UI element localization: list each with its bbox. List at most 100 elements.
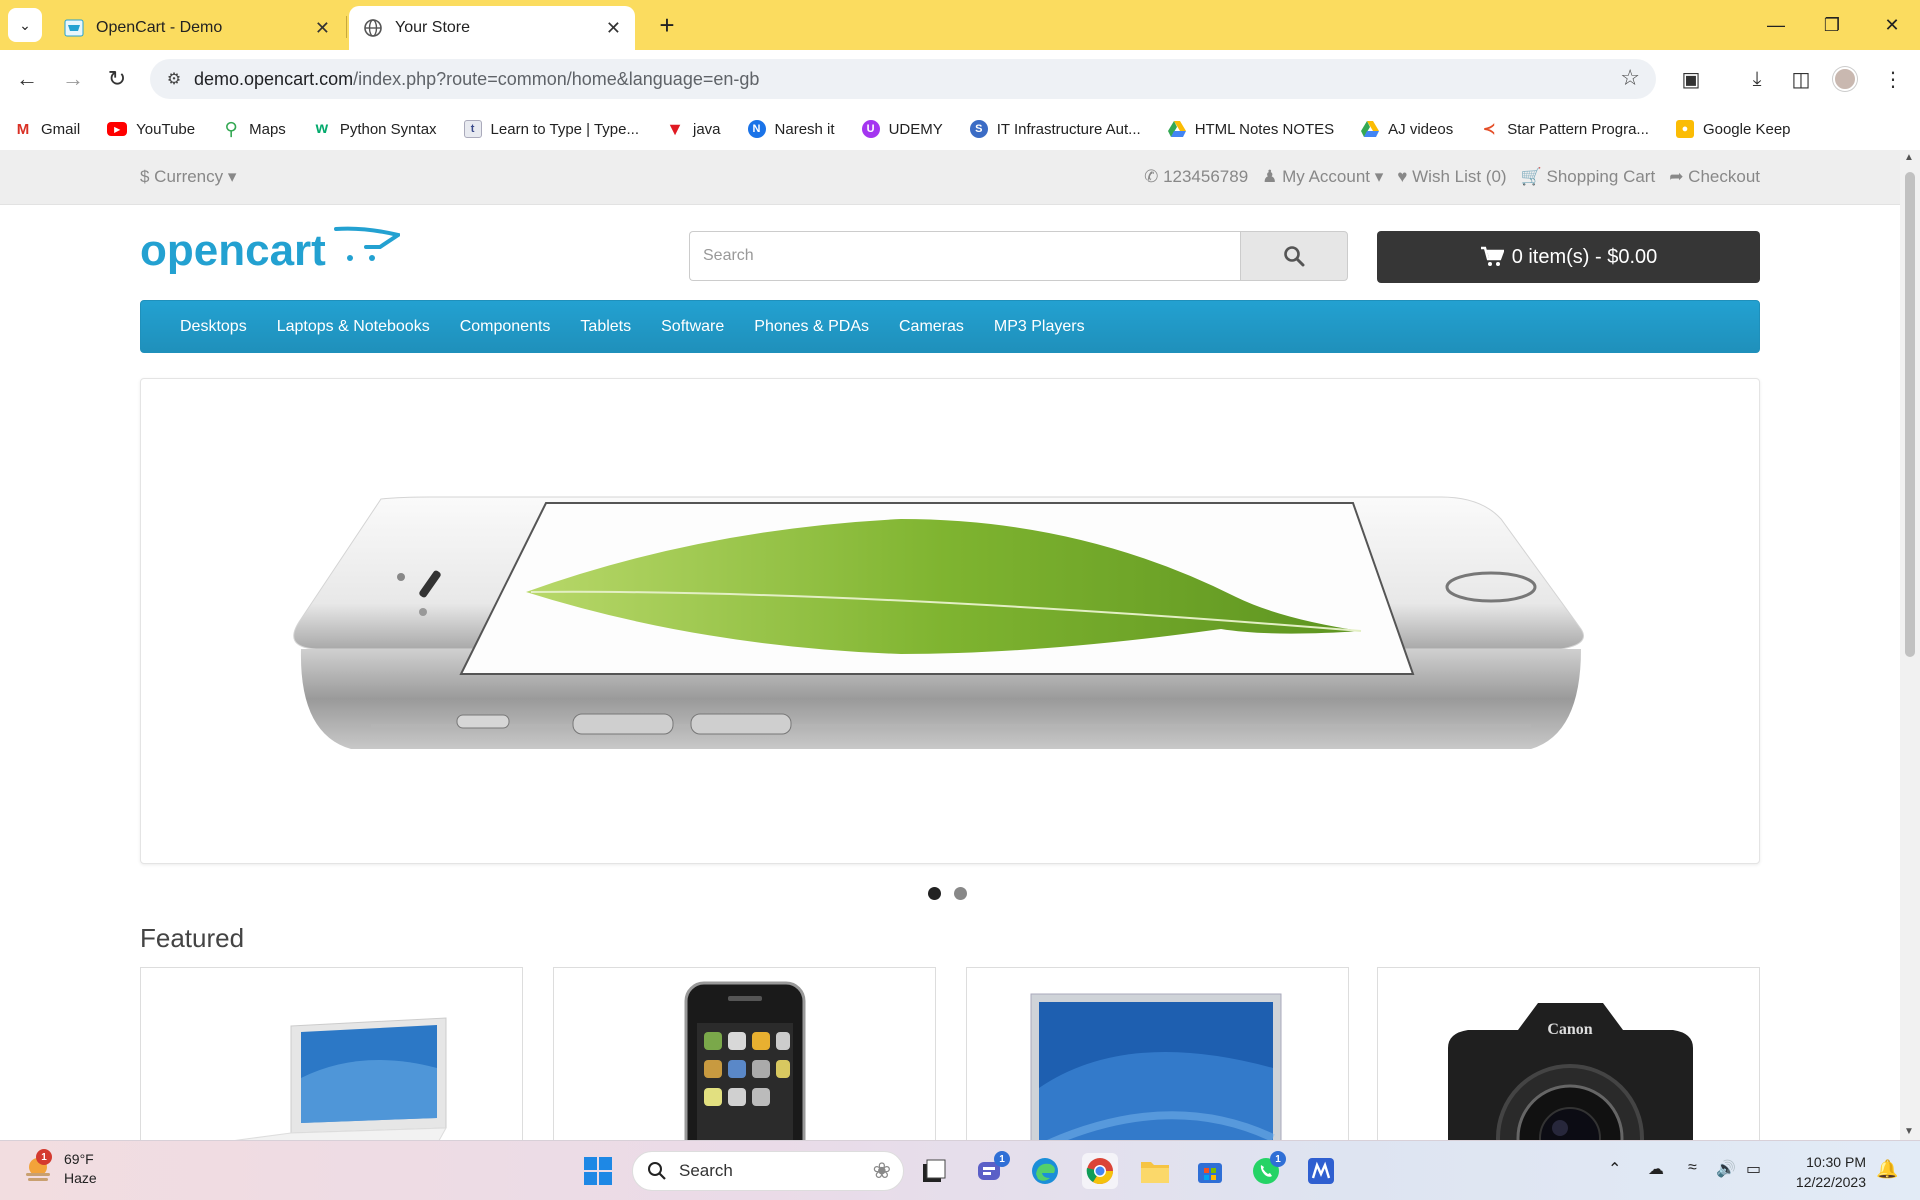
close-window-button[interactable]: ✕: [1864, 0, 1920, 50]
browser-toolbar: ← → ↻ ⚙ demo.opencart.com/index.php?rout…: [0, 50, 1920, 108]
cart-icon: 🛒: [1520, 167, 1542, 186]
scroll-up-icon[interactable]: ▲: [1904, 152, 1914, 163]
bookmark-html-notes[interactable]: HTML Notes NOTES: [1167, 120, 1335, 138]
product-card[interactable]: [140, 967, 523, 1140]
slider-dot-1[interactable]: [928, 887, 941, 900]
bookmark-naresh-it[interactable]: N Naresh it: [747, 120, 835, 138]
taskbar-search-label: Search: [679, 1161, 733, 1180]
opencart-logo[interactable]: opencart: [140, 225, 400, 285]
download-icon[interactable]: ⤓: [1740, 62, 1774, 96]
edge-app[interactable]: [1027, 1153, 1063, 1189]
address-bar[interactable]: ⚙ demo.opencart.com/index.php?route=comm…: [150, 59, 1656, 99]
product-card[interactable]: Canon: [1377, 967, 1760, 1140]
cart-button-label: 0 item(s) - $0.00: [1511, 245, 1658, 268]
scrollbar-thumb[interactable]: [1905, 172, 1915, 657]
notification-bell-icon[interactable]: 🔔: [1876, 1159, 1898, 1180]
minimize-button[interactable]: —: [1748, 0, 1804, 50]
app-m-icon: [1308, 1158, 1334, 1184]
checkout-link[interactable]: ➦ Checkout: [1669, 167, 1760, 187]
tab-close-icon[interactable]: ✕: [606, 18, 621, 39]
cart-button[interactable]: 0 item(s) - $0.00: [1377, 231, 1760, 283]
wish-list-link[interactable]: ♥ Wish List (0): [1397, 167, 1506, 187]
menu-item-mp3-players[interactable]: MP3 Players: [994, 318, 1085, 336]
task-view-button[interactable]: [916, 1153, 952, 1189]
iphone-product-image: [684, 981, 806, 1140]
onedrive-cloud-icon[interactable]: ☁: [1648, 1159, 1664, 1179]
side-panel-icon[interactable]: ◫: [1784, 62, 1818, 96]
search-box: Search: [689, 231, 1348, 281]
bookmark-label: AJ videos: [1388, 120, 1454, 138]
profile-avatar[interactable]: [1828, 62, 1862, 96]
volume-icon[interactable]: 🔊: [1716, 1159, 1736, 1179]
tab-close-icon[interactable]: ✕: [315, 18, 330, 39]
menu-item-components[interactable]: Components: [460, 318, 551, 336]
scroll-down-icon[interactable]: ▼: [1904, 1126, 1914, 1137]
bookmark-google-keep[interactable]: ● Google Keep: [1675, 120, 1791, 138]
bookmark-star-icon[interactable]: ☆: [1620, 65, 1640, 91]
bookmark-udemy[interactable]: U UDEMY: [861, 120, 943, 138]
menu-item-desktops[interactable]: Desktops: [180, 318, 247, 336]
banner-slider[interactable]: [140, 378, 1760, 864]
bookmark-gmail[interactable]: M Gmail: [14, 120, 80, 138]
bookmark-label: Gmail: [41, 120, 81, 138]
product-card[interactable]: [966, 967, 1349, 1140]
more-menu-icon[interactable]: ⋮: [1876, 62, 1910, 96]
reload-button[interactable]: ↻: [100, 62, 134, 96]
back-button[interactable]: ←: [10, 62, 44, 96]
taskbar-search[interactable]: Search ❀: [632, 1151, 904, 1191]
start-button[interactable]: [580, 1153, 616, 1189]
maestro-app[interactable]: [1303, 1153, 1339, 1189]
shopping-cart-link[interactable]: 🛒 Shopping Cart: [1521, 167, 1656, 187]
udemy-icon: U: [861, 120, 880, 138]
bookmark-python-syntax[interactable]: w Python Syntax: [313, 120, 437, 138]
search-input[interactable]: Search: [689, 231, 1240, 281]
weather-widget[interactable]: 1 69°F Haze: [22, 1149, 97, 1188]
chevron-down-icon: ⌄: [19, 16, 31, 33]
system-clock[interactable]: 10:30 PM 12/22/2023: [1776, 1152, 1866, 1192]
bookmark-learn-to-type[interactable]: t Learn to Type | Type...: [463, 120, 639, 138]
bookmark-youtube[interactable]: ▶ YouTube: [107, 121, 195, 138]
teams-app[interactable]: 1: [972, 1151, 1010, 1189]
show-hidden-icons[interactable]: ⌃: [1608, 1159, 1621, 1179]
bookmark-maps[interactable]: ⚲ Maps: [222, 119, 286, 139]
menu-item-software[interactable]: Software: [661, 318, 724, 336]
wifi-icon[interactable]: ≈: [1688, 1159, 1697, 1177]
forward-arrow-icon: →: [62, 66, 84, 91]
new-tab-button[interactable]: +: [650, 8, 684, 42]
bookmark-label: YouTube: [136, 120, 196, 138]
canon-eos-5d-image: Canon: [1448, 1003, 1693, 1140]
site-info-icon[interactable]: ⚙: [154, 69, 194, 89]
search-button[interactable]: [1240, 231, 1348, 281]
tab-opencart-demo[interactable]: OpenCart - Demo ✕: [50, 6, 344, 50]
bookmark-aj-videos[interactable]: AJ videos: [1361, 120, 1453, 138]
chrome-app[interactable]: [1082, 1153, 1118, 1189]
camera-brand-lettering: Canon: [1547, 1021, 1592, 1038]
microsoft-store-app[interactable]: [1192, 1153, 1228, 1189]
menu-item-tablets[interactable]: Tablets: [580, 318, 631, 336]
currency-dropdown[interactable]: $ Currency ▾: [140, 167, 236, 187]
menu-item-phones-pdas[interactable]: Phones & PDAs: [754, 318, 869, 336]
page-scrollbar[interactable]: ▲ ▼: [1900, 150, 1920, 1140]
forward-button[interactable]: →: [56, 62, 90, 96]
bookmark-it-infrastructure[interactable]: S IT Infrastructure Aut...: [969, 120, 1141, 138]
phone-number: 123456789: [1163, 167, 1249, 186]
bookmark-java[interactable]: ▼ java: [666, 119, 720, 139]
my-account-dropdown[interactable]: ♟ My Account ▾: [1262, 167, 1383, 187]
battery-icon[interactable]: ▭: [1746, 1159, 1761, 1179]
extensions-icon[interactable]: ▣: [1674, 62, 1708, 96]
search-highlight-icon: ❀: [872, 1158, 891, 1183]
bookmark-label: HTML Notes NOTES: [1194, 120, 1335, 138]
menu-item-laptops-notebooks[interactable]: Laptops & Notebooks: [277, 318, 430, 336]
file-explorer-app[interactable]: [1137, 1153, 1173, 1189]
phone-link[interactable]: ✆ 123456789: [1144, 167, 1248, 187]
product-card[interactable]: [553, 967, 936, 1140]
tab-your-store[interactable]: Your Store ✕: [349, 6, 635, 50]
store-bag-icon: [1198, 1163, 1222, 1183]
reload-icon: ↻: [107, 66, 127, 91]
whatsapp-app[interactable]: 1: [1248, 1151, 1286, 1189]
restore-button[interactable]: ❐: [1804, 0, 1860, 50]
slider-dot-2[interactable]: [954, 887, 967, 900]
tab-search-button[interactable]: ⌄: [8, 8, 42, 42]
menu-item-cameras[interactable]: Cameras: [899, 318, 964, 336]
bookmark-star-pattern[interactable]: ≺ Star Pattern Progra...: [1480, 120, 1649, 139]
